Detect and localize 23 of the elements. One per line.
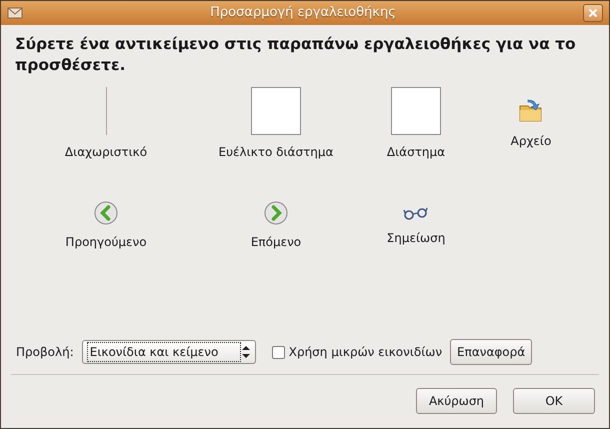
item-label: Επόμενο [250, 234, 302, 251]
checkbox[interactable] [272, 346, 285, 358]
item-label: Διάστημα [386, 144, 446, 161]
item-label: Ευέλικτο διάστημα [218, 144, 334, 161]
space-box[interactable] [251, 86, 301, 135]
item-label: Διαχωριστικό [64, 144, 148, 161]
close-icon[interactable] [588, 8, 598, 18]
checkbox-label: Χρήση μικρών εικονιδίων [288, 344, 442, 361]
window-title: Προσαρμογή εργαλειοθήκης [209, 4, 397, 22]
space-box[interactable] [391, 86, 441, 135]
spinner-arrows-icon [240, 345, 251, 359]
reset-button[interactable]: Επαναφορά [450, 339, 532, 365]
folder-icon[interactable] [518, 98, 544, 124]
item-label: Προηγούμενο [65, 234, 147, 251]
ok-button[interactable]: OK [513, 388, 595, 414]
cancel-button[interactable]: Ακύρωση [416, 388, 497, 414]
view-dropdown[interactable]: Εικονίδια και κείμενο [82, 340, 256, 364]
instruction-text: Σύρετε ένα αντικείμενο στις παραπάνω εργαλειοθήκες για να το προσθέσετε. [15, 34, 577, 76]
item-label: Αρχείο [510, 132, 552, 150]
view-label: Προβολή: [16, 344, 74, 361]
item-label: Σημείωση [386, 230, 446, 247]
envelope-icon[interactable] [7, 7, 23, 19]
close-button[interactable] [583, 4, 603, 22]
